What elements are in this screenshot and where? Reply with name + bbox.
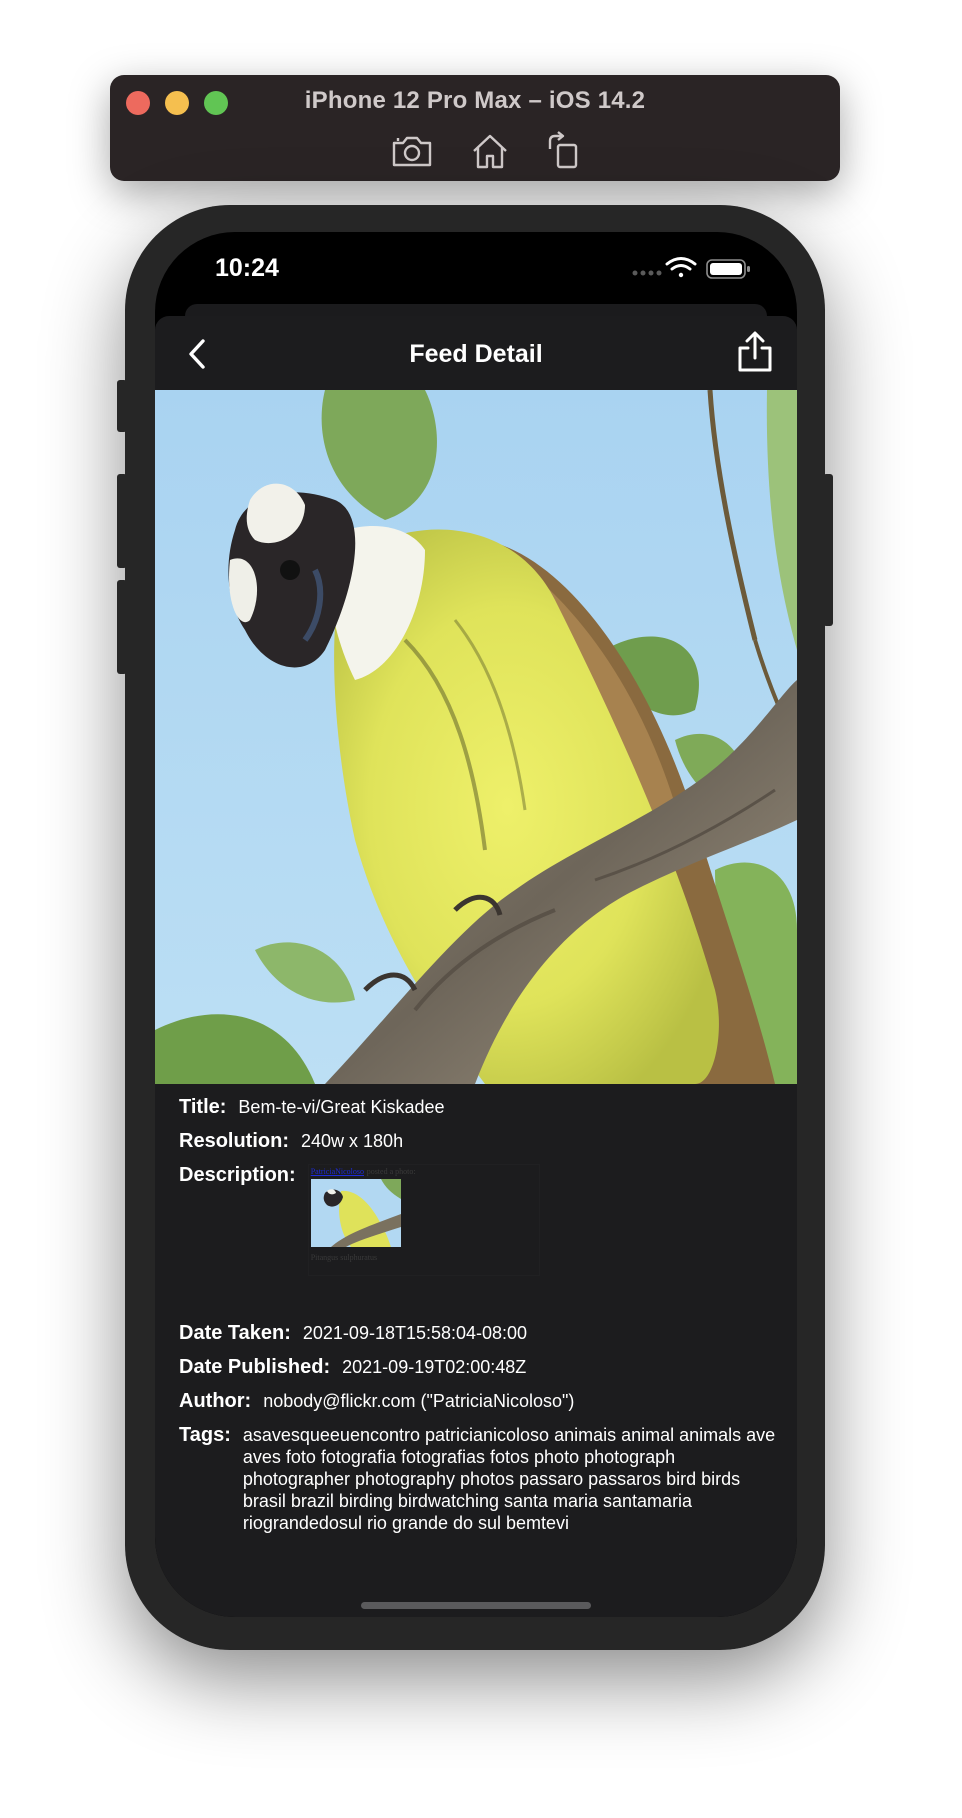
date-published-row: Date Published: 2021-09-19T02:00:48Z — [179, 1356, 526, 1379]
resolution-value: 240w x 180h — [301, 1131, 404, 1151]
screenshot-icon[interactable] — [390, 131, 434, 171]
description-label: Description: — [179, 1164, 296, 1186]
home-indicator[interactable] — [361, 1602, 591, 1609]
feed-detail-sheet: Feed Detail Title: Bem-te-vi/Great Kiska… — [155, 316, 797, 1617]
tags-row: Tags: asavesqueeuencontro patricianicolo… — [179, 1424, 783, 1534]
notch — [319, 232, 633, 280]
phone-screen: 10:24 Feed Detail Title: Bem-te-vi/Great… — [155, 232, 797, 1617]
resolution-row: Resolution: 240w x 180h — [179, 1130, 403, 1153]
description-row: Description: PatriciaNicoloso posted a p… — [179, 1164, 540, 1284]
signal-icon — [632, 270, 662, 276]
simulator-title: iPhone 12 Pro Max – iOS 14.2 — [304, 87, 646, 114]
tags-value: asavesqueeuencontro patricianicoloso ani… — [242, 1425, 776, 1533]
description-author-link[interactable]: PatriciaNicoloso — [311, 1167, 364, 1176]
description-html: PatriciaNicoloso posted a photo: Pitangu… — [307, 1164, 540, 1276]
home-icon[interactable] — [468, 131, 512, 171]
date-taken-row: Date Taken: 2021-09-18T15:58:04-08:00 — [179, 1322, 527, 1345]
feed-photo — [155, 390, 797, 1084]
status-icons — [631, 256, 761, 282]
resolution-label: Resolution: — [179, 1130, 289, 1152]
rotate-icon[interactable] — [542, 131, 586, 171]
share-icon — [738, 331, 772, 372]
author-row: Author: nobody@flickr.com ("PatriciaNico… — [179, 1390, 574, 1413]
description-posted-text: posted a photo: — [366, 1167, 416, 1176]
battery-icon — [706, 259, 750, 279]
date-taken-label: Date Taken: — [179, 1322, 291, 1344]
author-label: Author: — [179, 1390, 252, 1412]
title-label: Title: — [179, 1096, 227, 1118]
author-value: nobody@flickr.com ("PatriciaNicoloso") — [263, 1391, 575, 1411]
date-published-value: 2021-09-19T02:00:48Z — [342, 1357, 527, 1377]
date-published-label: Date Published: — [179, 1356, 331, 1378]
date-taken-value: 2021-09-18T15:58:04-08:00 — [302, 1323, 528, 1343]
status-time: 10:24 — [215, 254, 279, 282]
share-button[interactable] — [735, 330, 775, 374]
description-caption: Pitangus sulphuratus — [310, 1253, 378, 1262]
tags-label: Tags: — [179, 1424, 231, 1446]
description-thumbnail[interactable] — [310, 1179, 401, 1247]
simulator-toolbar: iPhone 12 Pro Max – iOS 14.2 — [110, 75, 840, 181]
description-webview: PatriciaNicoloso posted a photo: Pitangu… — [307, 1164, 540, 1284]
wifi-icon — [665, 257, 697, 278]
title-row: Title: Bem-te-vi/Great Kiskadee — [179, 1096, 445, 1119]
title-value: Bem-te-vi/Great Kiskadee — [238, 1097, 445, 1117]
simulator-tools — [390, 131, 590, 171]
page-title: Feed Detail — [409, 340, 543, 368]
